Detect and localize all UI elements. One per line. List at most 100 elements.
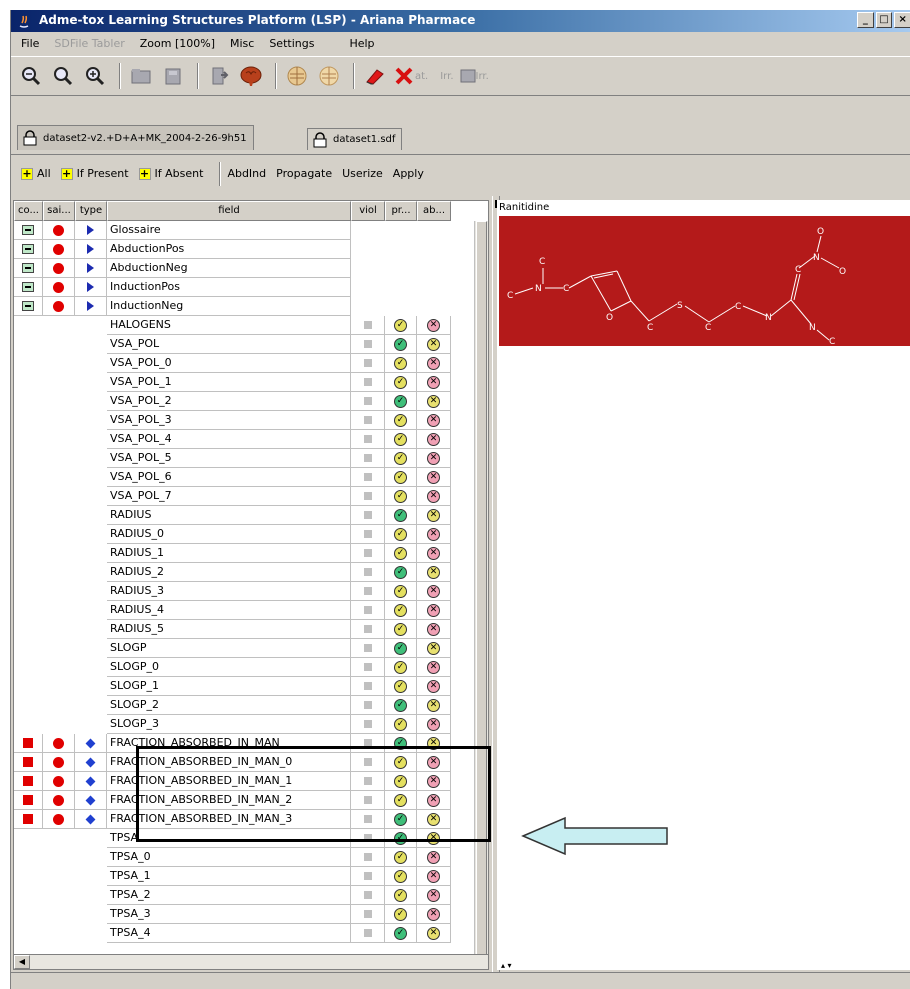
table-row[interactable]: RADIUS_3 ✓ ✕ [14, 582, 488, 601]
maximize-button[interactable]: □ [875, 12, 893, 28]
if-absent-button[interactable]: + If Absent [138, 167, 203, 180]
abdind-button[interactable]: AbdInd [227, 167, 266, 180]
cell-ab: ✕ [417, 392, 451, 411]
table-row[interactable]: SLOGP_2 ✓ ✕ [14, 696, 488, 715]
structure-button-1[interactable] [283, 61, 311, 91]
delete-button[interactable]: at. [393, 65, 434, 87]
menu-sdfile-tabler[interactable]: SDFile Tabler [48, 37, 130, 50]
table-row[interactable]: FRACTION_ABSORBED_IN_MAN_3 ✓ ✕ [14, 810, 488, 829]
open-folder-button[interactable] [127, 61, 155, 91]
table-row[interactable]: SLOGP_3 ✓ ✕ [14, 715, 488, 734]
table-row[interactable]: FRACTION_ABSORBED_IN_MAN_2 ✓ ✕ [14, 791, 488, 810]
check-icon: ✓ [394, 641, 407, 655]
cell-pr: ✓ [385, 753, 417, 772]
gray-square-icon [363, 739, 372, 747]
table-body: Glossaire AbductionPos AbductionNeg Inducti… [14, 221, 488, 943]
all-button[interactable]: + All [21, 167, 51, 180]
x-icon: ✕ [427, 337, 440, 351]
table-row[interactable]: InductionPos [14, 278, 488, 297]
gray-square-icon [363, 929, 372, 937]
irr-button[interactable]: Irr. [460, 68, 495, 84]
if-present-button[interactable]: + If Present [60, 167, 129, 180]
col-type[interactable]: type [75, 201, 107, 221]
cell-viol [351, 544, 385, 563]
zoom-reset-button[interactable] [49, 61, 77, 91]
userize-button[interactable]: Userize [342, 167, 383, 180]
atom-n: N [535, 284, 542, 294]
col-pr[interactable]: pr... [385, 201, 417, 221]
menu-help[interactable]: Help [343, 37, 380, 50]
table-row[interactable]: RADIUS_4 ✓ ✕ [14, 601, 488, 620]
table-row[interactable]: TPSA_3 ✓ ✕ [14, 905, 488, 924]
structure-button-2[interactable] [315, 61, 343, 91]
table-row[interactable]: RADIUS_5 ✓ ✕ [14, 620, 488, 639]
zoom-out-button[interactable] [17, 61, 45, 91]
propagate-button[interactable]: Propagate [276, 167, 332, 180]
table-row[interactable]: TPSA ✓ ✕ [14, 829, 488, 848]
cell-pr [385, 297, 417, 316]
col-co[interactable]: co... [14, 201, 43, 221]
cell-field: TPSA [107, 829, 351, 848]
col-sai[interactable]: sai... [43, 201, 75, 221]
col-field[interactable]: field [107, 201, 351, 221]
export-button[interactable] [205, 61, 233, 91]
table-row[interactable]: FRACTION_ABSORBED_IN_MAN ✓ ✕ [14, 734, 488, 753]
learn-button[interactable] [237, 61, 265, 91]
menu-file[interactable]: File [15, 37, 45, 50]
table-row[interactable]: VSA_POL_7 ✓ ✕ [14, 487, 488, 506]
cell-pr [385, 240, 417, 259]
minimize-button[interactable]: _ [857, 12, 874, 28]
table-row[interactable]: RADIUS_2 ✓ ✕ [14, 563, 488, 582]
table-row[interactable]: VSA_POL_5 ✓ ✕ [14, 449, 488, 468]
panel-scroll-arrows[interactable]: ▴ ▾ [501, 961, 512, 970]
table-row[interactable]: VSA_POL ✓ ✕ [14, 335, 488, 354]
table-row[interactable]: VSA_POL_1 ✓ ✕ [14, 373, 488, 392]
scroll-thumb[interactable] [476, 221, 487, 961]
table-vertical-scrollbar[interactable] [474, 221, 488, 965]
table-row[interactable]: TPSA_0 ✓ ✕ [14, 848, 488, 867]
col-viol[interactable]: viol [351, 201, 385, 221]
cell-co [14, 620, 43, 639]
table-row[interactable]: VSA_POL_4 ✓ ✕ [14, 430, 488, 449]
menu-settings[interactable]: Settings [263, 37, 320, 50]
save-button[interactable] [159, 61, 187, 91]
table-row[interactable]: RADIUS_1 ✓ ✕ [14, 544, 488, 563]
table-row[interactable]: FRACTION_ABSORBED_IN_MAN_1 ✓ ✕ [14, 772, 488, 791]
irr-label[interactable]: Irr. [440, 71, 453, 82]
table-row[interactable]: InductionNeg [14, 297, 488, 316]
eraser-button[interactable] [361, 61, 389, 91]
table-row[interactable]: FRACTION_ABSORBED_IN_MAN_0 ✓ ✕ [14, 753, 488, 772]
tab-dataset1[interactable]: dataset1.sdf [307, 128, 403, 150]
table-row[interactable]: AbductionPos [14, 240, 488, 259]
table-horizontal-scrollbar[interactable]: ◀ [13, 954, 489, 970]
cell-viol [351, 639, 385, 658]
tab-dataset2[interactable]: dataset2-v2.+D+A+MK_2004-2-26-9h51 [17, 125, 254, 150]
table-row[interactable]: VSA_POL_2 ✓ ✕ [14, 392, 488, 411]
menu-misc[interactable]: Misc [224, 37, 260, 50]
check-icon: ✓ [394, 451, 407, 465]
table-row[interactable]: HALOGENS ✓ ✕ [14, 316, 488, 335]
table-row[interactable]: TPSA_2 ✓ ✕ [14, 886, 488, 905]
table-row[interactable]: VSA_POL_0 ✓ ✕ [14, 354, 488, 373]
apply-button[interactable]: Apply [393, 167, 424, 180]
table-row[interactable]: VSA_POL_6 ✓ ✕ [14, 468, 488, 487]
menu-zoom[interactable]: Zoom [100%] [134, 37, 221, 50]
zoom-in-button[interactable] [81, 61, 109, 91]
table-row[interactable]: RADIUS_0 ✓ ✕ [14, 525, 488, 544]
gray-square-icon [363, 891, 372, 899]
table-row[interactable]: AbductionNeg [14, 259, 488, 278]
cell-field: RADIUS_0 [107, 525, 351, 544]
scroll-left-arrow[interactable]: ◀ [14, 955, 30, 969]
col-ab[interactable]: ab... [417, 201, 451, 221]
table-row[interactable]: TPSA_4 ✓ ✕ [14, 924, 488, 943]
table-row[interactable]: VSA_POL_3 ✓ ✕ [14, 411, 488, 430]
table-row[interactable]: TPSA_1 ✓ ✕ [14, 867, 488, 886]
table-row[interactable]: SLOGP_0 ✓ ✕ [14, 658, 488, 677]
x-icon: ✕ [427, 451, 440, 465]
close-button[interactable]: × [894, 12, 910, 28]
table-row[interactable]: RADIUS ✓ ✕ [14, 506, 488, 525]
table-row[interactable]: SLOGP ✓ ✕ [14, 639, 488, 658]
table-row[interactable]: Glossaire [14, 221, 488, 240]
x-icon: ✕ [427, 736, 440, 750]
table-row[interactable]: SLOGP_1 ✓ ✕ [14, 677, 488, 696]
